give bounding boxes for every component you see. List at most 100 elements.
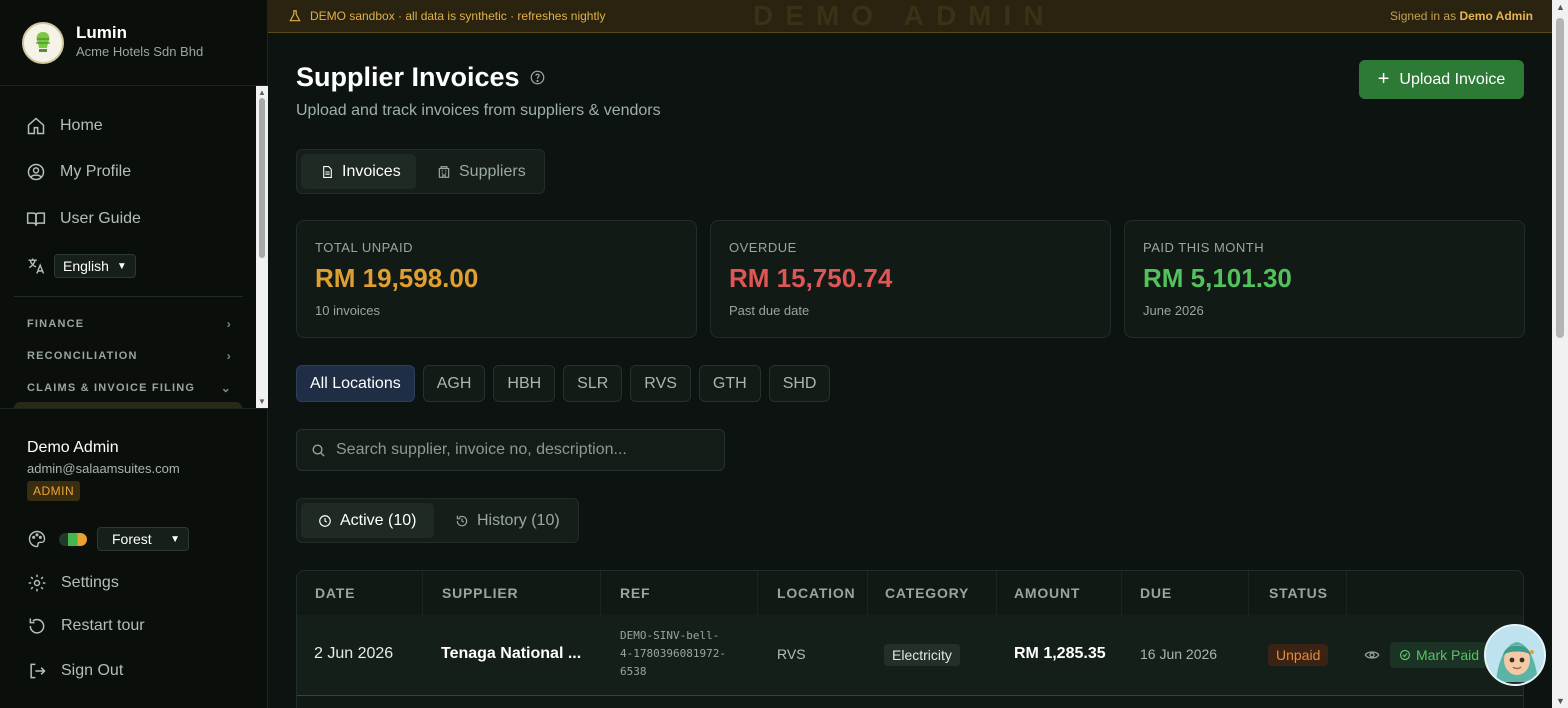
nav-item-sign-out[interactable]: Sign Out <box>27 661 123 681</box>
chevron-down-icon: ⌄ <box>220 381 232 395</box>
help-icon[interactable] <box>530 70 545 85</box>
scroll-up-arrow[interactable]: ▲ <box>258 88 266 97</box>
restart-icon <box>29 618 45 634</box>
status-tabs: Active (10) History (10) <box>296 498 579 543</box>
signed-in-info: Signed in as Demo Admin <box>1390 9 1533 23</box>
table-row[interactable]: 2 Jun 2026 Tenaga National ... DEMO-SINV… <box>297 615 1523 696</box>
eye-icon[interactable] <box>1364 647 1380 663</box>
book-icon <box>26 212 46 226</box>
main-content: Supplier Invoices Upload and track invoi… <box>268 33 1552 708</box>
cell-actions: Mark Paid <box>1364 642 1489 668</box>
nav-section-finance[interactable]: FINANCE › <box>27 317 232 331</box>
column-header-location[interactable]: LOCATION <box>777 571 855 615</box>
ref-line: 6538 <box>620 665 647 678</box>
language-select[interactable]: English ▼ <box>54 254 136 278</box>
stat-value: RM 5,101.30 <box>1143 263 1292 293</box>
nav-item-profile[interactable]: My Profile <box>26 162 131 182</box>
sidebar-scrollbar[interactable]: ▲ ▼ <box>256 86 268 408</box>
theme-select[interactable]: Forest ▼ <box>97 527 189 551</box>
tab-active[interactable]: Active (10) <box>301 503 434 538</box>
nav-section-reconciliation[interactable]: RECONCILIATION › <box>27 349 232 363</box>
page-subtitle: Upload and track invoices from suppliers… <box>296 102 661 119</box>
column-header-status[interactable]: STATUS <box>1269 571 1328 615</box>
location-chip-all[interactable]: All Locations <box>296 365 415 402</box>
search-icon <box>312 444 325 457</box>
column-divider <box>1248 571 1249 615</box>
user-email: admin@salaamsuites.com <box>27 461 180 476</box>
scroll-thumb[interactable] <box>1556 18 1564 338</box>
column-divider <box>1121 571 1122 615</box>
cell-amount: RM 1,285.35 <box>1014 645 1106 662</box>
tab-label: Active (10) <box>340 511 417 529</box>
scroll-up-arrow[interactable]: ▲ <box>1556 2 1565 12</box>
cell-supplier: Tenaga National ... <box>441 645 582 662</box>
scroll-down-arrow[interactable]: ▼ <box>1556 696 1565 706</box>
scroll-down-arrow[interactable]: ▼ <box>258 397 266 406</box>
banner-message-row: DEMO sandbox · all data is synthetic · r… <box>288 9 605 23</box>
column-header-due[interactable]: DUE <box>1140 571 1172 615</box>
signed-in-prefix: Signed in as <box>1390 9 1457 23</box>
sign-out-icon <box>30 663 46 679</box>
location-chip-rvs[interactable]: RVS <box>630 365 691 402</box>
chevron-down-icon: ▼ <box>116 260 127 272</box>
view-tabs: Invoices Suppliers <box>296 149 545 194</box>
tab-invoices[interactable]: Invoices <box>301 154 416 189</box>
stat-label: TOTAL UNPAID <box>315 240 413 255</box>
page-title-row: Supplier Invoices <box>296 62 545 93</box>
location-chip-agh[interactable]: AGH <box>422 365 486 402</box>
mark-paid-label: Mark Paid <box>1416 647 1480 663</box>
column-header-category[interactable]: CATEGORY <box>885 571 969 615</box>
section-label: RECONCILIATION <box>27 350 138 362</box>
translate-icon <box>28 258 45 274</box>
demo-watermark: DEMO ADMIN <box>753 0 1056 31</box>
user-circle-icon <box>27 163 45 181</box>
search-input[interactable]: Search supplier, invoice no, description… <box>296 429 725 471</box>
category-badge: Electricity <box>884 644 960 666</box>
plus-icon: + <box>1377 68 1390 90</box>
stat-label: OVERDUE <box>729 240 797 255</box>
gear-icon <box>28 574 46 592</box>
user-panel: Demo Admin admin@salaamsuites.com ADMIN … <box>0 408 268 708</box>
nav-label-profile: My Profile <box>60 163 132 180</box>
location-chip-gth[interactable]: GTH <box>698 365 761 402</box>
scroll-thumb[interactable] <box>259 98 265 258</box>
sidebar: Lumin Acme Hotels Sdn Bhd Home My Profil… <box>0 0 268 708</box>
nav-item-guide[interactable]: User Guide <box>26 209 141 229</box>
location-chip-shd[interactable]: SHD <box>768 365 831 402</box>
stat-value: RM 15,750.74 <box>729 263 893 293</box>
theme-row: Forest ▼ <box>27 527 189 551</box>
mark-paid-button[interactable]: Mark Paid <box>1390 642 1489 668</box>
clock-icon <box>319 514 331 527</box>
nav-label-restart-tour: Restart tour <box>61 617 145 634</box>
language-row: English ▼ <box>26 254 136 278</box>
assistant-avatar[interactable] <box>1484 624 1546 686</box>
nav-label-sign-out: Sign Out <box>61 662 124 679</box>
cell-location: RVS <box>777 646 806 662</box>
stat-card-total-unpaid: TOTAL UNPAID RM 19,598.00 10 invoices <box>296 220 697 338</box>
nav-item-home[interactable]: Home <box>26 116 103 136</box>
nav-item-settings[interactable]: Settings <box>27 573 119 593</box>
location-chip-hbh[interactable]: HBH <box>493 365 556 402</box>
upload-invoice-button[interactable]: + Upload Invoice <box>1359 60 1524 99</box>
page-scrollbar[interactable]: ▲ ▼ <box>1552 0 1568 708</box>
column-header-amount[interactable]: AMOUNT <box>1014 571 1080 615</box>
column-header-date[interactable]: DATE <box>315 571 355 615</box>
cell-category: Electricity <box>884 644 960 666</box>
document-icon <box>323 165 332 178</box>
page-title: Supplier Invoices <box>296 62 520 92</box>
cell-date: 2 Jun 2026 <box>314 645 394 662</box>
stat-label: PAID THIS MONTH <box>1143 240 1265 255</box>
nav-section-claims[interactable]: CLAIMS & INVOICE FILING ⌄ <box>27 381 232 395</box>
language-value: English <box>63 258 109 274</box>
column-header-supplier[interactable]: SUPPLIER <box>442 571 518 615</box>
user-name: Demo Admin <box>27 439 119 456</box>
tab-suppliers[interactable]: Suppliers <box>421 154 541 189</box>
tab-label: Invoices <box>342 162 401 180</box>
home-icon <box>27 117 45 135</box>
brand-company: Acme Hotels Sdn Bhd <box>76 44 204 59</box>
tab-history[interactable]: History (10) <box>439 503 576 538</box>
column-header-ref[interactable]: REF <box>620 571 650 615</box>
column-divider <box>600 571 601 615</box>
nav-item-restart-tour[interactable]: Restart tour <box>27 616 145 636</box>
location-chip-slr[interactable]: SLR <box>563 365 623 402</box>
